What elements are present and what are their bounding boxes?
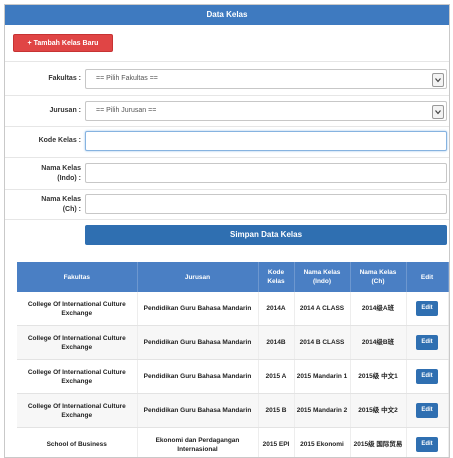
- column-header-jurusan: Jurusan: [137, 262, 258, 292]
- edit-button[interactable]: Edit: [416, 403, 438, 418]
- class-table: Fakultas Jurusan Kode Kelas Nama Kelas (…: [17, 262, 449, 458]
- edit-button[interactable]: Edit: [416, 301, 438, 316]
- cell-nama-indo: 2014 A CLASS: [294, 292, 350, 326]
- cell-fakultas: College Of International Culture Exchang…: [17, 360, 137, 394]
- divider: [5, 126, 449, 127]
- kode-kelas-input[interactable]: [85, 131, 447, 151]
- cell-edit: Edit: [406, 292, 448, 326]
- table-row: College Of International Culture Exchang…: [17, 292, 448, 326]
- fakultas-selected-value: == Pilih Fakultas ==: [96, 75, 158, 82]
- nama-indo-input[interactable]: [85, 163, 447, 183]
- divider: [5, 61, 449, 62]
- plus-icon: +: [28, 40, 32, 47]
- cell-nama-ch: 2015级 中文1: [350, 360, 406, 394]
- nama-ch-label: Nama Kelas (Ch) :: [41, 195, 81, 215]
- column-header-nama-ch: Nama Kelas (Ch): [350, 262, 406, 292]
- cell-jurusan: Ekonomi dan Perdagangan Internasional: [137, 428, 258, 458]
- cell-nama-indo: 2015 Ekonomi: [294, 428, 350, 458]
- cell-fakultas: College Of International Culture Exchang…: [17, 394, 137, 428]
- table-header-row: Fakultas Jurusan Kode Kelas Nama Kelas (…: [17, 262, 448, 292]
- cell-edit: Edit: [406, 360, 448, 394]
- column-header-edit: Edit: [406, 262, 448, 292]
- jurusan-selected-value: == Pilih Jurusan ==: [96, 107, 156, 114]
- page-title: Data Kelas: [5, 5, 449, 25]
- jurusan-label: Jurusan :: [49, 106, 81, 116]
- kode-kelas-label: Kode Kelas :: [39, 136, 81, 146]
- cell-edit: Edit: [406, 326, 448, 360]
- chevron-down-icon: [432, 105, 444, 119]
- edit-button[interactable]: Edit: [416, 437, 438, 452]
- column-header-kode: Kode Kelas: [258, 262, 294, 292]
- cell-kode: 2015 B: [258, 394, 294, 428]
- cell-jurusan: Pendidikan Guru Bahasa Mandarin: [137, 326, 258, 360]
- cell-kode: 2015 A: [258, 360, 294, 394]
- column-header-fakultas: Fakultas: [17, 262, 137, 292]
- table-row: College Of International Culture Exchang…: [17, 394, 448, 428]
- cell-nama-indo: 2014 B CLASS: [294, 326, 350, 360]
- table-row: School of Business Ekonomi dan Perdagang…: [17, 428, 448, 458]
- nama-indo-label: Nama Kelas (Indo) :: [41, 164, 81, 184]
- data-kelas-panel: Data Kelas +Tambah Kelas Baru Fakultas :…: [4, 4, 450, 458]
- divider: [5, 157, 449, 158]
- cell-edit: Edit: [406, 394, 448, 428]
- chevron-down-icon: [432, 73, 444, 87]
- fakultas-label: Fakultas :: [48, 74, 81, 84]
- add-class-button[interactable]: +Tambah Kelas Baru: [13, 34, 113, 52]
- cell-nama-ch: 2014级A班: [350, 292, 406, 326]
- cell-kode: 2015 EPI: [258, 428, 294, 458]
- edit-button[interactable]: Edit: [416, 369, 438, 384]
- table-row: College Of International Culture Exchang…: [17, 360, 448, 394]
- cell-jurusan: Pendidikan Guru Bahasa Mandarin: [137, 292, 258, 326]
- column-header-nama-indo: Nama Kelas (Indo): [294, 262, 350, 292]
- jurusan-select[interactable]: == Pilih Jurusan ==: [85, 101, 447, 121]
- cell-nama-indo: 2015 Mandarin 2: [294, 394, 350, 428]
- nama-indo-label-line1: Nama Kelas: [41, 164, 81, 174]
- edit-button[interactable]: Edit: [416, 335, 438, 350]
- save-class-button[interactable]: Simpan Data Kelas: [85, 225, 447, 245]
- cell-nama-indo: 2015 Mandarin 1: [294, 360, 350, 394]
- nama-indo-label-line2: (Indo) :: [41, 174, 81, 184]
- nama-ch-input[interactable]: [85, 194, 447, 214]
- cell-fakultas: College Of International Culture Exchang…: [17, 292, 137, 326]
- divider: [5, 189, 449, 190]
- cell-edit: Edit: [406, 428, 448, 458]
- add-class-label: Tambah Kelas Baru: [34, 40, 99, 47]
- cell-kode: 2014B: [258, 326, 294, 360]
- cell-kode: 2014A: [258, 292, 294, 326]
- cell-nama-ch: 2014级B班: [350, 326, 406, 360]
- nama-ch-label-line2: (Ch) :: [41, 205, 81, 215]
- cell-fakultas: School of Business: [17, 428, 137, 458]
- nama-ch-label-line1: Nama Kelas: [41, 195, 81, 205]
- cell-nama-ch: 2015级 中文2: [350, 394, 406, 428]
- cell-nama-ch: 2015级 国际贸易: [350, 428, 406, 458]
- fakultas-select[interactable]: == Pilih Fakultas ==: [85, 69, 447, 89]
- divider: [5, 219, 449, 220]
- divider: [5, 95, 449, 96]
- cell-jurusan: Pendidikan Guru Bahasa Mandarin: [137, 394, 258, 428]
- cell-fakultas: College Of International Culture Exchang…: [17, 326, 137, 360]
- table-row: College Of International Culture Exchang…: [17, 326, 448, 360]
- cell-jurusan: Pendidikan Guru Bahasa Mandarin: [137, 360, 258, 394]
